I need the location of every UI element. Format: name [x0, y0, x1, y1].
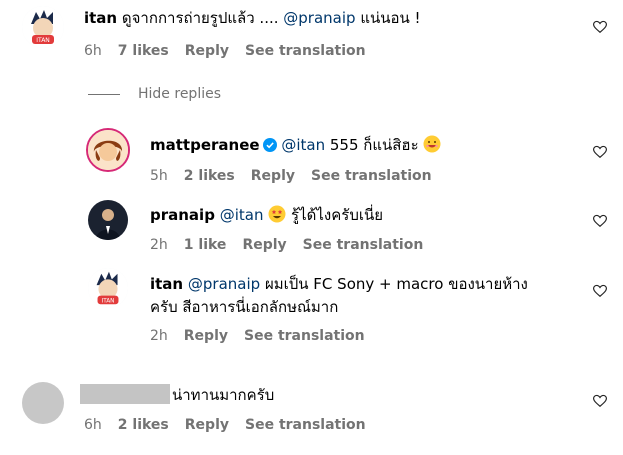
reply-body-line1: ผมเป็น FC Sony + macro ของนายห้าง: [260, 275, 528, 293]
reply-body: 555 ก็แน่สิฮะ: [325, 136, 419, 154]
mention-link[interactable]: @itan: [281, 136, 325, 154]
reply-button[interactable]: Reply: [184, 328, 228, 344]
avatar-itan[interactable]: ITAN: [88, 268, 128, 308]
avatar-placeholder[interactable]: [22, 382, 64, 424]
heart-outline-icon[interactable]: [593, 145, 607, 159]
star-struck-emoji: [268, 205, 286, 223]
heart-outline-icon[interactable]: [593, 284, 607, 298]
svg-text:ITAN: ITAN: [102, 298, 115, 304]
mention-link[interactable]: @itan: [220, 206, 264, 224]
reply-text: mattperanee @itan 555 ก็แน่สิฮะ: [150, 135, 441, 155]
comment-username[interactable]: itan: [150, 275, 183, 293]
see-translation-button[interactable]: See translation: [245, 43, 366, 59]
see-translation-button[interactable]: See translation: [244, 328, 365, 344]
comment-meta: 6h 7 likes Reply See translation: [84, 42, 382, 60]
reply-button[interactable]: Reply: [242, 237, 286, 253]
comment-meta: 6h 2 likes Reply See translation: [84, 416, 382, 434]
mention-link[interactable]: @pranaip: [283, 9, 355, 27]
heart-outline-icon[interactable]: [593, 214, 607, 228]
mention-link[interactable]: @pranaip: [188, 275, 260, 293]
hide-replies-label: Hide replies: [138, 86, 222, 102]
comment-time[interactable]: 5h: [150, 168, 168, 184]
reply-meta: 2h 1 like Reply See translation: [150, 236, 439, 254]
comment-time[interactable]: 6h: [84, 43, 102, 59]
reply-button[interactable]: Reply: [251, 168, 295, 184]
see-translation-button[interactable]: See translation: [245, 417, 366, 433]
reply-text: itan @pranaip ผมเป็น FC Sony + macro ของ…: [150, 274, 528, 294]
comment-time[interactable]: 2h: [150, 237, 168, 253]
reply-meta: 2h Reply See translation: [150, 327, 381, 345]
redacted-username: [80, 384, 170, 404]
reply-body-line2: ครับ สีอาหารนี่เอกลักษณ์มาก: [150, 298, 339, 316]
comment-body-end: แน่นอน !: [355, 9, 421, 27]
heart-outline-icon[interactable]: [593, 394, 607, 408]
svg-text:ITAN: ITAN: [36, 37, 50, 44]
comment-likes[interactable]: 2 likes: [118, 417, 169, 433]
comment-likes[interactable]: 1 like: [184, 237, 227, 253]
comment-body: น่าทานมากครับ: [172, 386, 275, 404]
comment-username[interactable]: pranaip: [150, 206, 215, 224]
reply-body: รู้ได้ไงครับเนี่ย: [286, 206, 384, 224]
reply-button[interactable]: Reply: [185, 417, 229, 433]
verified-badge-icon: [262, 137, 277, 152]
comment-time[interactable]: 2h: [150, 328, 168, 344]
see-translation-button[interactable]: See translation: [311, 168, 432, 184]
reply-text: pranaip @itan รู้ได้ไงครับเนี่ย: [150, 205, 383, 225]
avatar-pranaip[interactable]: [88, 200, 128, 240]
comment-username[interactable]: itan: [84, 9, 117, 27]
reply-button[interactable]: Reply: [185, 43, 229, 59]
divider-line: [88, 93, 120, 95]
comment-likes[interactable]: 7 likes: [118, 43, 169, 59]
comment-text: น่าทานมากครับ: [80, 384, 274, 405]
reply-text-line2: ครับ สีอาหารนี่เอกลักษณ์มาก: [150, 297, 338, 317]
hide-replies-button[interactable]: Hide replies: [88, 86, 221, 102]
heart-outline-icon[interactable]: [593, 20, 607, 34]
smiling-face-emoji: [423, 135, 441, 153]
comment-username[interactable]: mattperanee: [150, 136, 260, 154]
reply-meta: 5h 2 likes Reply See translation: [150, 167, 448, 185]
see-translation-button[interactable]: See translation: [303, 237, 424, 253]
comment-text: itan ดูจากการถ่ายรูปแล้ว .... @pranaip แ…: [84, 8, 421, 28]
comment-body: ดูจากการถ่ายรูปแล้ว ....: [121, 9, 284, 27]
comment-likes[interactable]: 2 likes: [184, 168, 235, 184]
avatar-mattperanee[interactable]: [86, 128, 130, 172]
avatar-itan[interactable]: ITAN: [22, 6, 64, 48]
comment-time[interactable]: 6h: [84, 417, 102, 433]
